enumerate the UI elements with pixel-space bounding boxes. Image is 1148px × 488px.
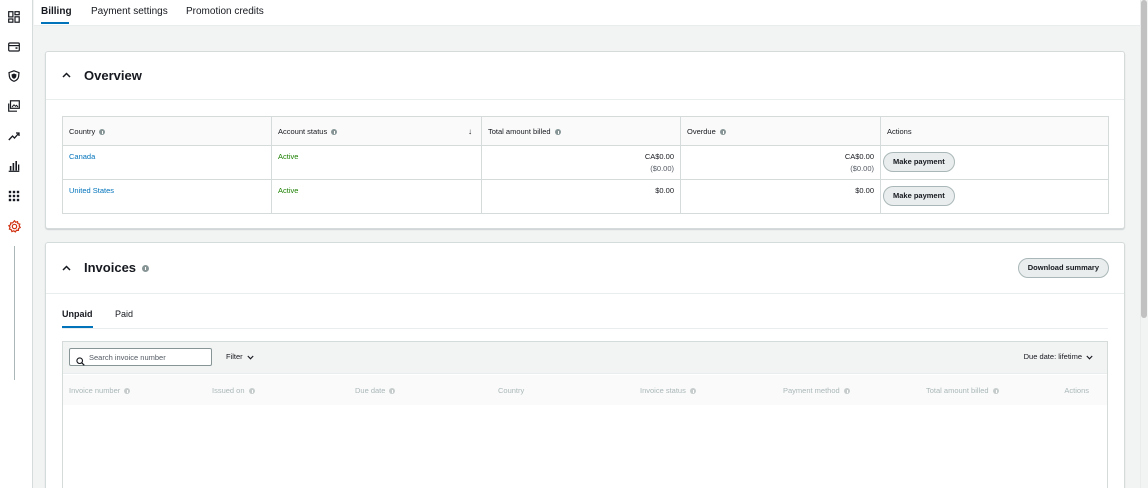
col-total-amount-billed: Total amount billed [926, 386, 999, 395]
col-invoice-number: Invoice number [69, 386, 131, 395]
tab-payment-settings[interactable]: Payment settings [91, 6, 168, 17]
invoice-toolbar: Filter Due date: lifetime [63, 342, 1107, 374]
overview-header: Overview [46, 52, 1124, 100]
col-account-status[interactable]: Account status ↓ [271, 116, 482, 146]
download-summary-button[interactable]: Download summary [1017, 258, 1109, 278]
page-scrollbar[interactable] [1140, 0, 1148, 488]
overview-panel: Overview Country Account status ↓ Total a… [45, 51, 1125, 229]
active-subtab-indicator [62, 326, 93, 328]
country-link[interactable]: United States [69, 186, 114, 195]
info-icon[interactable] [141, 265, 149, 273]
table-row: Canada Active CA$0.00 ($0.00) CA$0.00 ($0.… [62, 145, 1109, 180]
info-icon[interactable] [331, 128, 338, 135]
cell-actions: Make payment [880, 179, 1109, 214]
trend-icon[interactable] [7, 129, 21, 143]
overview-table: Country Account status ↓ Total amount bil… [62, 116, 1109, 214]
country-link[interactable]: Canada [69, 152, 95, 161]
search-icon [76, 353, 85, 371]
collapse-caret-icon[interactable] [61, 263, 71, 273]
cell-country: Canada [62, 145, 272, 180]
chevron-down-icon [247, 353, 254, 362]
search-input[interactable] [89, 351, 207, 363]
cell-billed: $0.00 [481, 179, 681, 214]
cell-status: Active [271, 179, 482, 214]
rail-divider [14, 246, 15, 380]
col-invoice-status: Invoice status [640, 386, 696, 395]
col-issued-on: Issued on [212, 386, 255, 395]
invoice-table-header: Invoice number Issued on Due date Countr… [63, 375, 1107, 405]
col-due-date: Due date [355, 386, 396, 395]
collapse-caret-icon[interactable] [61, 70, 71, 80]
info-icon[interactable] [248, 388, 255, 395]
tab-billing[interactable]: Billing [41, 6, 72, 17]
status-text: Active [278, 186, 299, 195]
chevron-down-icon [1086, 353, 1093, 362]
sort-arrow-icon[interactable]: ↓ [468, 127, 472, 136]
tab-paid[interactable]: Paid [115, 309, 133, 319]
filter-dropdown[interactable]: Filter [226, 352, 254, 362]
col-country: Country [498, 386, 525, 395]
grid-icon[interactable] [7, 189, 21, 203]
dashboard-icon[interactable] [7, 10, 21, 24]
cell-status: Active [271, 145, 482, 180]
info-icon[interactable] [689, 388, 696, 395]
col-payment-method: Payment method [783, 386, 850, 395]
wallet-icon[interactable] [7, 40, 21, 54]
cell-billed: CA$0.00 ($0.00) [481, 145, 681, 180]
invoices-header: Invoices Download summary [46, 243, 1124, 294]
col-actions: Actions [880, 116, 1109, 146]
left-nav-rail [0, 0, 33, 488]
overview-title: Overview [84, 68, 142, 83]
col-total-amount-billed: Total amount billed [481, 116, 681, 146]
tab-unpaid[interactable]: Unpaid [62, 309, 93, 319]
bar-chart-icon[interactable] [7, 159, 21, 173]
gear-icon[interactable] [7, 219, 21, 233]
overview-table-header: Country Account status ↓ Total amount bil… [62, 116, 1109, 146]
gallery-icon[interactable] [7, 99, 21, 113]
info-icon[interactable] [389, 388, 396, 395]
make-payment-button[interactable]: Make payment [883, 186, 955, 206]
top-tab-bar: Billing Payment settings Promotion credi… [34, 0, 1140, 26]
tab-promotion-credits[interactable]: Promotion credits [186, 6, 264, 17]
col-country: Country [62, 116, 272, 146]
info-icon[interactable] [124, 388, 131, 395]
shield-icon[interactable] [7, 69, 21, 83]
info-icon[interactable] [554, 128, 561, 135]
invoices-title: Invoices [84, 260, 149, 275]
invoices-panel: Invoices Download summary Unpaid Paid Fi… [45, 242, 1125, 488]
info-icon[interactable] [99, 128, 106, 135]
col-actions: Actions [1064, 386, 1089, 395]
scrollbar-thumb[interactable] [1141, 0, 1147, 318]
status-text: Active [278, 152, 299, 161]
info-icon[interactable] [719, 128, 726, 135]
search-field[interactable] [69, 348, 212, 366]
make-payment-button[interactable]: Make payment [883, 152, 955, 172]
table-row: United States Active $0.00 $0.00 Make pa… [62, 179, 1109, 214]
col-overdue: Overdue [680, 116, 881, 146]
cell-overdue: $0.00 [680, 179, 881, 214]
cell-overdue: CA$0.00 ($0.00) [680, 145, 881, 180]
cell-country: United States [62, 179, 272, 214]
info-icon[interactable] [992, 388, 999, 395]
due-date-dropdown[interactable]: Due date: lifetime [1024, 352, 1093, 362]
cell-actions: Make payment [880, 145, 1109, 180]
info-icon[interactable] [843, 388, 850, 395]
invoice-table: Filter Due date: lifetime Invoice number… [62, 341, 1108, 488]
invoice-tabs: Unpaid Paid [62, 303, 1108, 329]
active-tab-indicator [41, 22, 69, 24]
